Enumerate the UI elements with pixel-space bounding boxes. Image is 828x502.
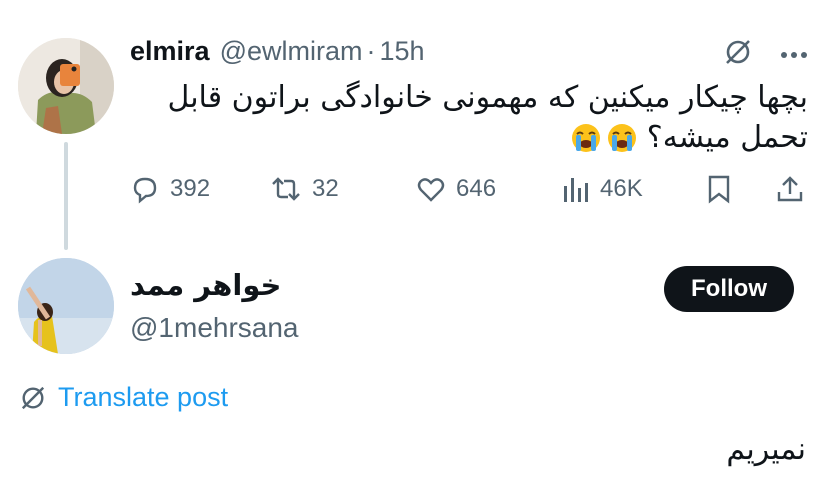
like-count: 646 (456, 175, 497, 202)
author-name[interactable]: elmira (130, 36, 210, 67)
more-options-icon[interactable] (780, 46, 808, 64)
repost-count: 32 (312, 175, 339, 202)
reply-text: نمیریم (726, 432, 806, 467)
share-icon (777, 176, 803, 202)
loudly-crying-face-icon (571, 123, 601, 153)
bookmark-button[interactable] (706, 174, 732, 204)
bookmark-icon (708, 175, 730, 204)
reply-author-avatar[interactable] (18, 258, 114, 354)
reply-icon (133, 177, 157, 204)
like-button[interactable]: 646 (416, 174, 496, 204)
views-button[interactable]: 46K (562, 174, 643, 204)
grok-icon[interactable] (724, 38, 752, 71)
author-avatar[interactable] (18, 38, 114, 134)
reply-author-handle[interactable]: @1mehrsana (130, 312, 299, 344)
reply-button[interactable]: 392 (130, 174, 210, 204)
thread-connector-line (64, 142, 68, 250)
follow-button[interactable]: Follow (664, 266, 794, 312)
repost-button[interactable]: 32 (270, 174, 339, 204)
tweet-top-actions (724, 38, 808, 71)
loudly-crying-face-icon (607, 123, 637, 153)
tweet-header: elmira @ewlmiram · 15h (130, 36, 425, 67)
tweet-text: بچها چیکار میکنین که مهمونی خانوادگی برا… (140, 78, 808, 158)
grok-icon (21, 386, 45, 409)
share-button[interactable] (776, 174, 804, 204)
reply-count: 392 (170, 175, 211, 202)
tweet-timestamp[interactable]: 15h (379, 36, 424, 67)
tweet-action-bar: 392 32 646 46K (130, 174, 810, 208)
heart-icon (417, 178, 445, 202)
repost-icon (272, 177, 300, 201)
view-count: 46K (600, 175, 643, 202)
separator-dot: · (366, 36, 376, 66)
reply-author-name[interactable]: خواهر ممد (130, 268, 281, 302)
translate-post-link[interactable]: Translate post (20, 382, 228, 413)
views-chart-icon (564, 178, 588, 202)
tweet-text-content: بچها چیکار میکنین که مهمونی خانوادگی برا… (167, 80, 808, 155)
author-handle[interactable]: @ewlmiram (220, 36, 363, 67)
translate-post-label: Translate post (58, 382, 229, 412)
